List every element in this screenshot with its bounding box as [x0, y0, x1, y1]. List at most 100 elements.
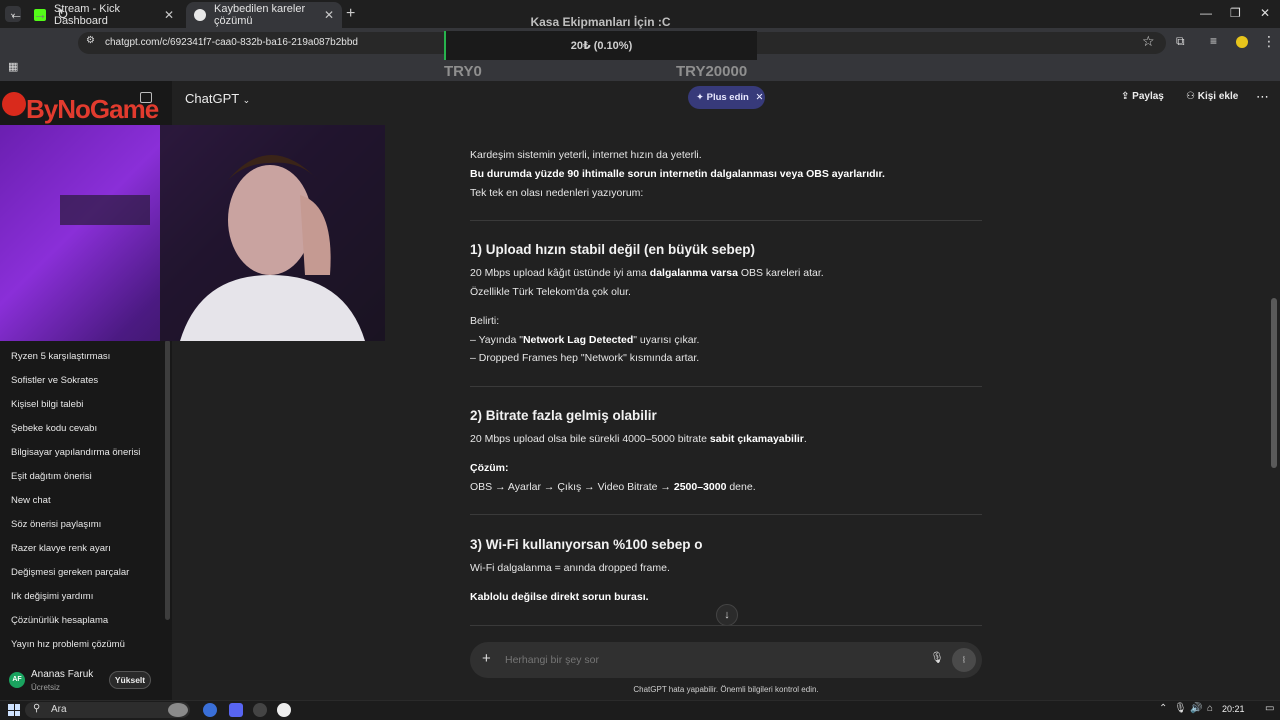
profile-avatar-icon[interactable] — [1236, 36, 1248, 48]
share-button[interactable]: ⇪ Paylaş — [1121, 91, 1164, 102]
donation-max-label: TRY20000 — [676, 63, 748, 80]
media-control-icon[interactable]: ≡ — [1210, 34, 1217, 48]
windows-start-icon[interactable] — [8, 704, 20, 716]
bold-text: dalgalanma varsa — [649, 267, 738, 279]
extensions-icon[interactable]: ⧉ — [1176, 34, 1185, 49]
apps-grid-icon[interactable]: ▦ — [8, 60, 18, 73]
new-tab-icon[interactable]: + — [346, 5, 355, 23]
sidebar-item[interactable]: Çözünürlük hesaplama — [11, 615, 108, 626]
sidebar-item[interactable]: Söz önerisi paylaşımı — [11, 519, 101, 530]
back-icon[interactable]: ← — [9, 6, 23, 22]
section-heading: 2) Bitrate fazla gelmiş olabilir — [470, 408, 657, 423]
sidebar-item[interactable]: Sofistler ve Sokrates — [11, 375, 98, 386]
upgrade-button[interactable]: Yükselt — [109, 671, 151, 689]
microphone-tray-icon[interactable]: 🎙 — [1174, 703, 1187, 714]
tray-chevron-icon[interactable]: ⌃ — [1159, 703, 1167, 714]
tab-kick-dashboard[interactable]: Stream - Kick Dashboard ✕ — [26, 2, 182, 28]
text-run: dene. — [726, 481, 756, 493]
add-person-label: Kişi ekle — [1197, 91, 1239, 102]
restore-icon[interactable]: ❐ — [1230, 6, 1241, 20]
text-run: 20 Mbps upload kâğıt üstünde iyi ama — [470, 267, 650, 279]
text-run: " uyarısı çıkar. — [633, 334, 700, 346]
text-run: 20 Mbps upload olsa bile sürekli 4000–50… — [470, 433, 710, 445]
list-item: – Yayında "Network Lag Detected" uyarısı… — [470, 334, 699, 346]
add-attachment-icon[interactable]: + — [482, 650, 491, 667]
donation-min-label: TRY0 — [444, 63, 482, 80]
tab-chatgpt[interactable]: Kaybedilen kareler çözümü ✕ — [186, 2, 342, 28]
taskbar-clock[interactable]: 20:21 — [1222, 704, 1245, 714]
network-icon[interactable]: ⌂ — [1207, 703, 1213, 714]
notifications-icon[interactable]: ▭ — [1265, 703, 1274, 714]
donation-amount: 20₺ (0.10%) — [570, 40, 633, 52]
sidebar-scrollbar[interactable] — [165, 340, 170, 620]
reload-icon[interactable]: ↻ — [57, 6, 69, 23]
donation-progress-bar: 20₺ (0.10%) — [444, 31, 757, 60]
more-options-icon[interactable]: ⋯ — [1256, 89, 1269, 105]
sidebar-item[interactable]: Eşit dağıtım önerisi — [11, 471, 92, 482]
forward-icon[interactable]: → — [33, 6, 47, 22]
url-text[interactable]: chatgpt.com/c/692341f7-caa0-832b-ba16-21… — [105, 37, 358, 48]
sidebar-item[interactable]: Kişisel bilgi talebi — [11, 399, 83, 410]
chrome-icon[interactable] — [203, 703, 217, 717]
sidebar-item[interactable]: Ryzen 5 karşılaştırması — [11, 351, 110, 362]
sidebar-item[interactable]: Bilgisayar yapılandırma önerisi — [11, 447, 140, 458]
user-avatar[interactable]: AF — [9, 672, 25, 688]
browser-menu-icon[interactable]: ⋮ — [1262, 33, 1276, 50]
message-paragraph: 20 Mbps upload olsa bile sürekli 4000–50… — [470, 433, 807, 445]
close-window-icon[interactable]: ✕ — [1260, 6, 1270, 20]
webcam-overlay — [0, 125, 385, 341]
disclaimer-text: ChatGPT hata yapabilir. Önemli bilgileri… — [633, 685, 819, 694]
text-run: . — [803, 433, 807, 445]
sidebar-item[interactable]: Değişmesi gereken parçalar — [11, 567, 129, 578]
main-scrollbar[interactable] — [1271, 298, 1277, 468]
discord-icon[interactable] — [229, 703, 243, 717]
taskbar-search-label[interactable]: Ara — [51, 704, 67, 715]
bynogame-logo-icon — [2, 92, 26, 116]
message-paragraph: Özellikle Türk Telekom'da çok olur. — [470, 286, 631, 298]
user-plan: Ücretsiz — [31, 683, 60, 692]
user-name[interactable]: Ananas Faruk — [31, 669, 93, 680]
add-person-button[interactable]: ⚇ Kişi ekle — [1186, 91, 1238, 102]
sidebar-item[interactable]: Irk değişimi yardımı — [11, 591, 93, 602]
volume-icon[interactable]: 🔊 — [1190, 703, 1202, 714]
search-highlight-icon[interactable] — [168, 703, 188, 717]
bold-text: Network Lag Detected — [522, 334, 634, 346]
windows-taskbar — [0, 700, 1280, 720]
sidebar-item[interactable]: Yayın hız problemi çözümü — [11, 639, 125, 650]
prompt-input[interactable] — [505, 654, 885, 666]
obs-icon[interactable] — [277, 703, 291, 717]
microphone-icon[interactable]: 🎙 — [930, 651, 944, 664]
text-run: OBS kareleri atar. — [737, 267, 824, 279]
site-info-icon[interactable]: ⚙ — [86, 35, 95, 46]
search-icon: ⚲ — [33, 703, 41, 714]
plus-label: Plus edin — [706, 92, 749, 103]
sidebar-item[interactable]: Şebeke kodu cevabı — [11, 423, 97, 434]
tab-title: Stream - Kick Dashboard — [54, 3, 121, 27]
bold-text: 2500–3000 — [673, 481, 727, 493]
taskbar-search-box[interactable] — [25, 702, 190, 718]
close-tab-icon[interactable]: ✕ — [324, 8, 334, 22]
minimize-icon[interactable]: — — [1200, 6, 1212, 20]
sidebar-item[interactable]: Razer klavye renk ayarı — [11, 543, 111, 554]
close-icon[interactable]: ✕ — [755, 92, 763, 103]
message-paragraph: Wi-Fi dalgalanma = anında dropped frame. — [470, 562, 670, 574]
message-paragraph: Tek tek en olası nedenleri yazıyorum: — [470, 187, 644, 199]
scroll-down-arrow-icon[interactable]: ↓ — [716, 604, 738, 626]
message-paragraph: Kablolu değilse direkt sorun burası. — [470, 591, 649, 603]
app-icon[interactable] — [253, 703, 267, 717]
person-add-icon: ⚇ — [1186, 91, 1195, 102]
sidebar-item[interactable]: New chat — [11, 495, 51, 506]
tab-title: Kaybedilen kareler çözümü — [214, 3, 306, 27]
message-paragraph: 20 Mbps upload kâğıt üstünde iyi ama dal… — [470, 267, 824, 279]
message-paragraph: Kardeşim sistemin yeterli, internet hızı… — [470, 149, 702, 161]
message-paragraph: OBS → Ayarlar → Çıkış → Video Bitrate → … — [470, 481, 756, 493]
list-item: – Dropped Frames hep "Network" kısmında … — [470, 352, 700, 364]
plus-upgrade-pill[interactable]: ✦ Plus edin ✕ — [688, 86, 765, 109]
voice-mode-icon[interactable]: ⦚ — [952, 648, 976, 672]
chevron-down-icon: ⌄ — [242, 95, 251, 105]
close-tab-icon[interactable]: ✕ — [164, 8, 174, 22]
model-selector[interactable]: ChatGPT ⌄ — [185, 91, 250, 106]
sidebar-toggle-icon[interactable] — [140, 92, 152, 103]
bookmark-star-icon[interactable]: ☆ — [1142, 33, 1155, 50]
message-paragraph: Bu durumda yüzde 90 ihtimalle sorun inte… — [470, 168, 885, 180]
